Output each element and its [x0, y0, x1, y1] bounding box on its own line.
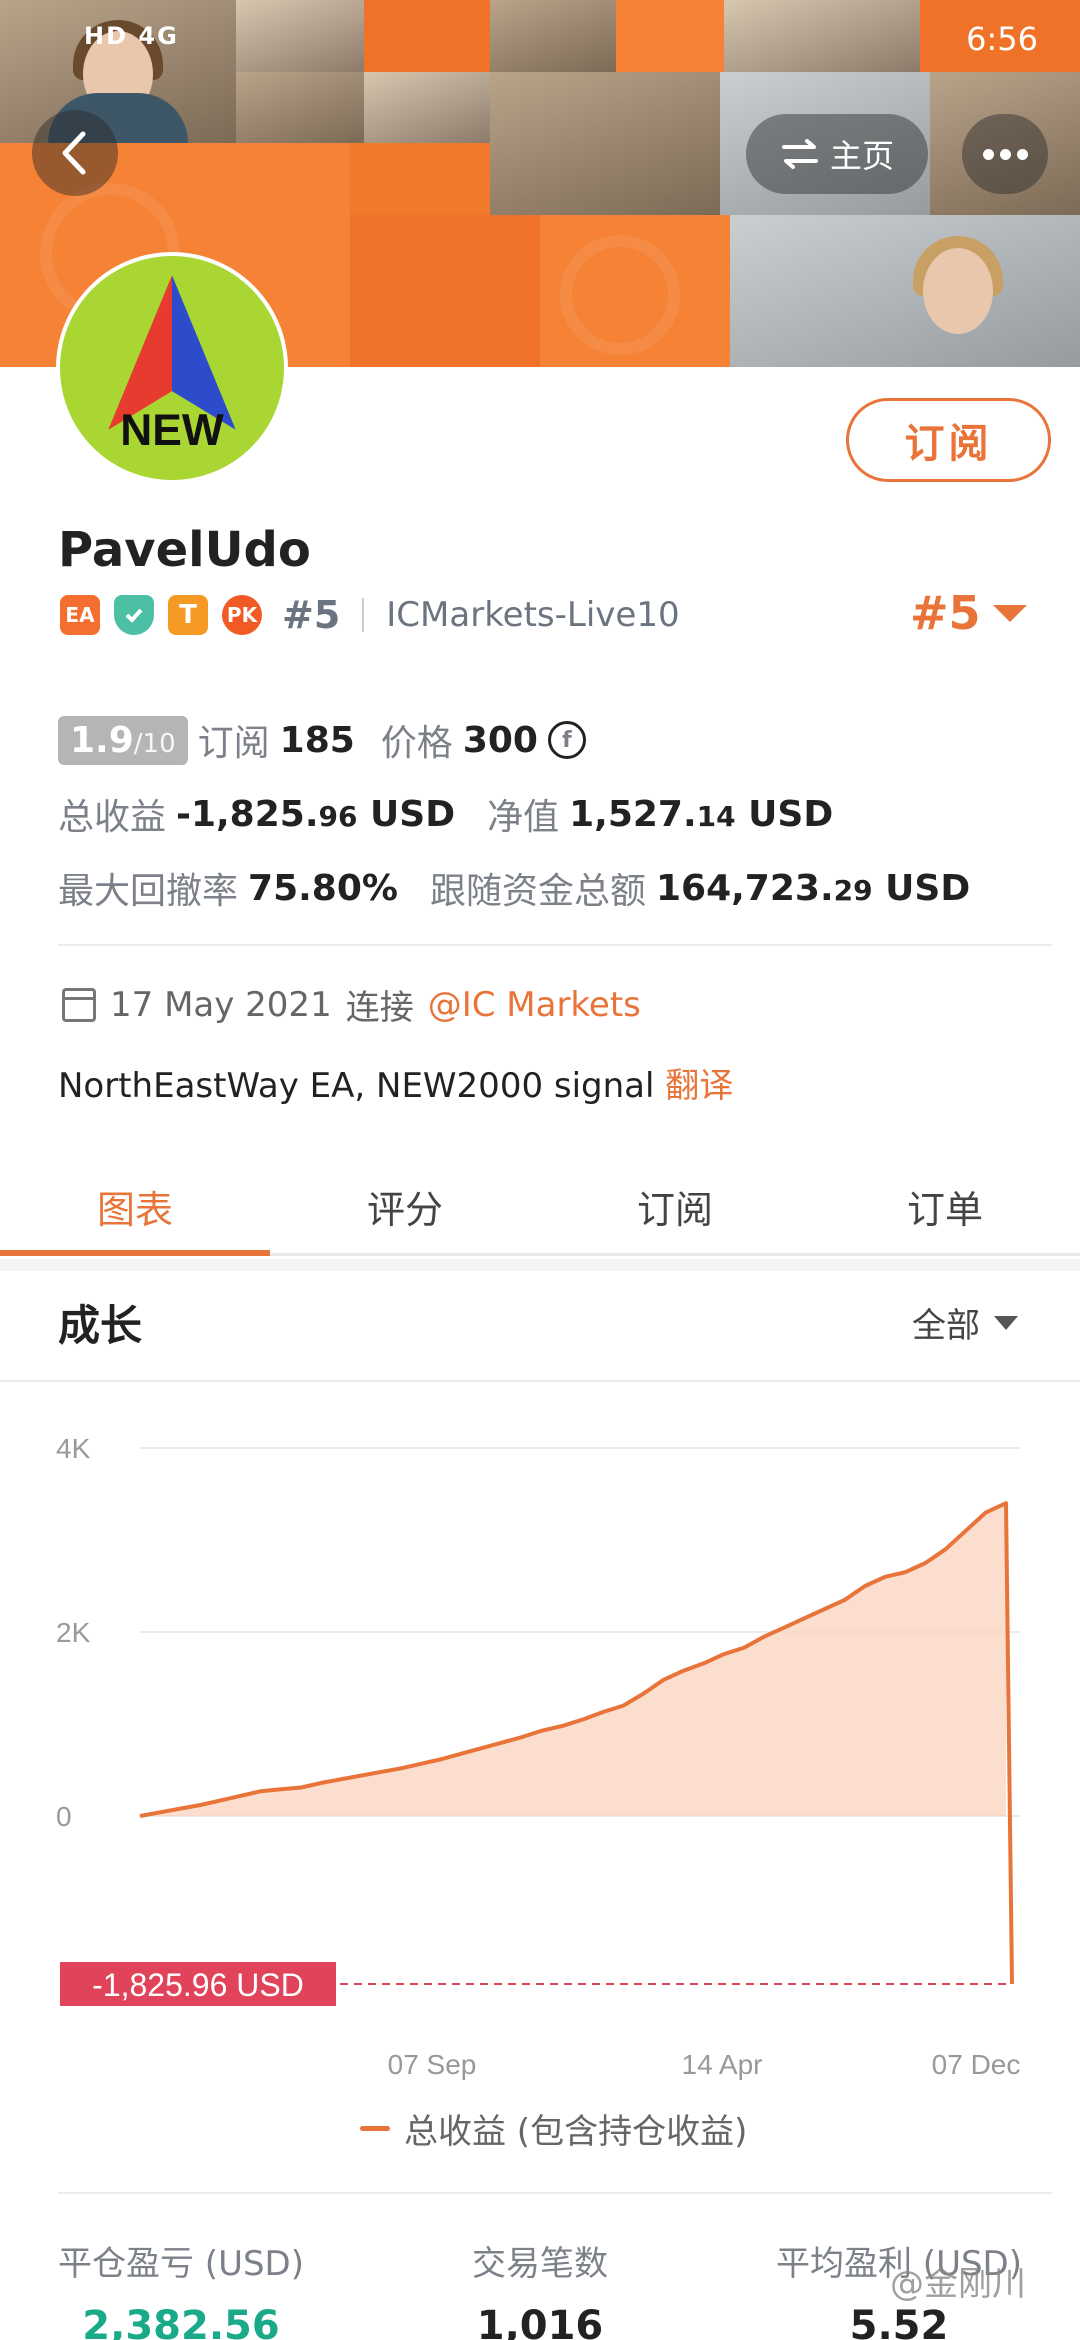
- watermark: @金刚川: [890, 2264, 1026, 2304]
- ea-badge[interactable]: EA: [60, 595, 100, 635]
- tab-bar: 图表 评分 订阅 订单: [0, 1160, 1080, 1256]
- verified-shield-icon[interactable]: [114, 595, 154, 635]
- avatar-text: NEW: [120, 406, 224, 455]
- swap-icon: [781, 139, 818, 169]
- rank-dropdown[interactable]: #5: [910, 586, 1027, 640]
- drawdown-label: 最大回撤率: [58, 871, 239, 912]
- chart-legend[interactable]: 总收益 (包含持仓收益): [360, 2104, 747, 2153]
- legend-label: 总收益 (包含持仓收益): [404, 2112, 748, 2152]
- banner-photo: [730, 215, 1080, 367]
- chevron-left-icon: [62, 131, 86, 175]
- x-tick-label: 14 Apr: [682, 2049, 763, 2080]
- growth-chart[interactable]: 4K 2K 0 -1,825.96 USD 07 Sep 14 Apr 07 Dec: [0, 1400, 1080, 2080]
- funds-label: 跟随资金总额: [429, 871, 646, 912]
- tab-subscribe[interactable]: 订阅: [540, 1160, 810, 1253]
- score-chip[interactable]: 1.9/10: [58, 715, 188, 765]
- trade-count-stat: 交易笔数 1,016: [472, 2236, 608, 2340]
- closed-pnl-stat: 平仓盈亏 (USD) 2,382.56: [58, 2236, 304, 2340]
- pk-badge[interactable]: PK: [222, 595, 262, 635]
- status-bar: HD 4G 6:56: [0, 0, 1080, 80]
- rank-inline: #5: [282, 593, 341, 637]
- period-filter[interactable]: 全部: [912, 1298, 1018, 1347]
- banner-tile: [540, 215, 730, 367]
- banner-tile: [350, 215, 540, 367]
- section-gap: [0, 1259, 1080, 1271]
- total-value: -1,825.96 USD: [176, 793, 456, 835]
- legend-line-icon: [360, 2126, 390, 2131]
- drawdown-value: 75.80%: [248, 867, 398, 909]
- stat-label: 交易笔数: [472, 2244, 608, 2284]
- trader-name: PavelUdo: [58, 522, 311, 578]
- subscribe-button[interactable]: 订阅: [846, 398, 1051, 482]
- translate-link[interactable]: 翻译: [665, 1066, 733, 1106]
- funds-value: 164,723.29 USD: [655, 867, 971, 909]
- badge-row: EA T PK #5 ICMarkets-Live10: [60, 590, 680, 640]
- growth-title: 成长: [58, 1301, 143, 1350]
- current-value-label: -1,825.96 USD: [92, 1967, 304, 2003]
- divider: [362, 598, 365, 632]
- broker-link[interactable]: @IC Markets: [428, 985, 641, 1025]
- connect-label: 连接: [345, 988, 414, 1028]
- stats-row-2: 总收益 -1,825.96 USD 净值 1,527.14 USD: [58, 788, 833, 840]
- stats-row-3: 最大回撤率 75.80% 跟随资金总额 164,723.29 USD: [58, 862, 970, 914]
- divider: [58, 2192, 1052, 2194]
- start-date: 17 May 2021: [110, 984, 332, 1025]
- avatar: NEW: [56, 252, 288, 484]
- subs-value: 185: [279, 719, 355, 761]
- broker-server: ICMarkets-Live10: [386, 595, 680, 635]
- stat-value: 2,382.56: [82, 2303, 280, 2340]
- home-label: 主页: [829, 137, 894, 175]
- banner-photo: [364, 72, 490, 143]
- caret-down-icon: [992, 604, 1027, 622]
- y-tick-label: 4K: [56, 1433, 91, 1464]
- stat-value: 5.52: [849, 2303, 949, 2340]
- coin-icon: f: [547, 721, 586, 759]
- y-tick-label: 0: [56, 1801, 72, 1832]
- calendar-icon: [62, 987, 96, 1022]
- description: NorthEastWay EA, NEW2000 signal 翻译: [58, 1058, 733, 1107]
- tab-orders[interactable]: 订单: [810, 1160, 1080, 1253]
- divider: [0, 1380, 1080, 1382]
- more-button[interactable]: [962, 114, 1048, 194]
- stat-value: 1,016: [476, 2303, 604, 2340]
- x-tick-label: 07 Dec: [932, 2049, 1021, 2080]
- stats-row-1: 1.9/10 订阅 185 价格 300 f: [58, 714, 586, 766]
- filter-label: 全部: [912, 1306, 980, 1346]
- description-text: NorthEastWay EA, NEW2000 signal: [58, 1066, 655, 1106]
- series-area: [140, 1503, 1006, 1816]
- tab-chart[interactable]: 图表: [0, 1160, 270, 1256]
- price-label: 价格: [380, 723, 453, 764]
- divider: [58, 944, 1052, 946]
- stat-label: 平仓盈亏 (USD): [58, 2244, 304, 2284]
- total-label: 总收益: [58, 797, 167, 838]
- t-badge[interactable]: T: [168, 595, 208, 635]
- equity-label: 净值: [487, 797, 560, 838]
- back-button[interactable]: [32, 110, 118, 196]
- price-value: 300: [462, 719, 538, 761]
- connect-info: 17 May 2021 连接 @IC Markets: [62, 980, 641, 1029]
- tab-rating[interactable]: 评分: [270, 1160, 540, 1253]
- signal-indicators: HD 4G: [84, 22, 179, 50]
- equity-value: 1,527.14 USD: [569, 793, 834, 835]
- home-button[interactable]: 主页: [746, 114, 928, 194]
- y-tick-label: 2K: [56, 1617, 91, 1648]
- rank-value: #5: [910, 586, 981, 640]
- banner-photo: [236, 72, 364, 143]
- status-time: 6:56: [966, 20, 1038, 58]
- x-tick-label: 07 Sep: [388, 2049, 477, 2080]
- more-icon: [982, 148, 994, 160]
- caret-down-icon: [994, 1315, 1018, 1330]
- subs-label: 订阅: [197, 723, 270, 764]
- banner-photo: [490, 72, 720, 215]
